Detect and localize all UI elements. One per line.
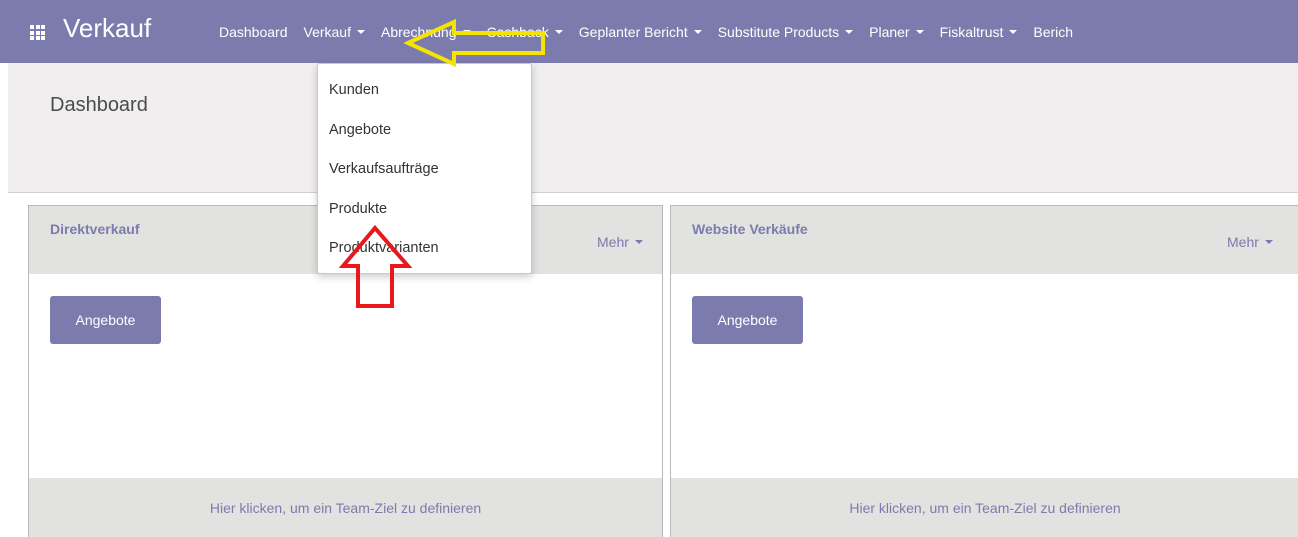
caret-down-icon bbox=[1264, 240, 1273, 244]
menu-planer[interactable]: Planer bbox=[869, 23, 924, 40]
caret-down-icon bbox=[356, 29, 365, 34]
menu-berichte[interactable]: Berich bbox=[1033, 24, 1073, 40]
team-card-website-verkaeufe: Website Verkäufe Mehr Angebote Hier klic… bbox=[670, 205, 1298, 537]
card-title: Direktverkauf bbox=[50, 221, 140, 237]
more-dropdown-toggle[interactable]: Mehr bbox=[597, 234, 643, 250]
caret-down-icon bbox=[845, 29, 854, 34]
menu-label: Dashboard bbox=[219, 23, 288, 40]
menu-verkauf[interactable]: Verkauf bbox=[304, 24, 365, 40]
top-navbar: Verkauf Dashboard Verkauf Abrechnung Cas… bbox=[0, 0, 1298, 63]
dropdown-item-produktvarianten[interactable]: Produktvarianten bbox=[318, 231, 531, 271]
set-team-target-link[interactable]: Hier klicken, um ein Team-Ziel zu defini… bbox=[671, 478, 1298, 537]
more-dropdown-toggle[interactable]: Mehr bbox=[1227, 234, 1273, 250]
menu-label: Abrechnung bbox=[380, 23, 457, 40]
more-label: Mehr bbox=[1227, 234, 1259, 250]
dropdown-item-produkte[interactable]: Produkte bbox=[318, 192, 531, 232]
menu-abrechnung[interactable]: Abrechnung bbox=[381, 24, 471, 40]
app-title: Verkauf bbox=[63, 13, 152, 43]
menu-geplanter-bericht[interactable]: Geplanter Bericht bbox=[579, 24, 702, 40]
menu-label: Planer bbox=[869, 23, 910, 40]
caret-down-icon bbox=[462, 29, 471, 34]
caret-down-icon bbox=[915, 29, 924, 34]
menu-label: Cashback bbox=[486, 23, 549, 40]
quotations-button[interactable]: Angebote bbox=[692, 296, 803, 344]
menu-label: Geplanter Bericht bbox=[578, 23, 688, 40]
verkauf-dropdown-menu: Kunden Angebote Verkaufsaufträge Produkt… bbox=[317, 63, 532, 274]
menu-dashboard[interactable]: Dashboard bbox=[219, 24, 288, 40]
caret-down-icon bbox=[634, 240, 643, 244]
control-panel bbox=[8, 63, 1298, 193]
menu-label: Substitute Products bbox=[717, 23, 840, 40]
caret-down-icon bbox=[693, 29, 702, 34]
more-label: Mehr bbox=[597, 234, 629, 250]
set-team-target-link[interactable]: Hier klicken, um ein Team-Ziel zu defini… bbox=[29, 478, 662, 537]
menu-label: Berich bbox=[1033, 23, 1074, 40]
menu-label: Fiskaltrust bbox=[939, 23, 1004, 40]
dropdown-item-angebote[interactable]: Angebote bbox=[318, 113, 531, 153]
main-menu: Dashboard Verkauf Abrechnung Cashback Ge… bbox=[219, 0, 1089, 63]
dropdown-item-verkaufsauftraege[interactable]: Verkaufsaufträge bbox=[318, 152, 531, 192]
apps-grid-icon[interactable] bbox=[30, 25, 45, 40]
caret-down-icon bbox=[1009, 29, 1018, 34]
quotations-button[interactable]: Angebote bbox=[50, 296, 161, 344]
caret-down-icon bbox=[554, 29, 563, 34]
page-title: Dashboard bbox=[50, 94, 148, 116]
card-header: Website Verkäufe Mehr bbox=[671, 206, 1298, 274]
dropdown-item-kunden[interactable]: Kunden bbox=[318, 73, 531, 113]
menu-cashback[interactable]: Cashback bbox=[487, 24, 563, 40]
menu-label: Verkauf bbox=[303, 23, 351, 40]
menu-substitute-products[interactable]: Substitute Products bbox=[717, 23, 854, 40]
menu-fiskaltrust[interactable]: Fiskaltrust bbox=[940, 24, 1018, 40]
card-title: Website Verkäufe bbox=[692, 221, 808, 237]
